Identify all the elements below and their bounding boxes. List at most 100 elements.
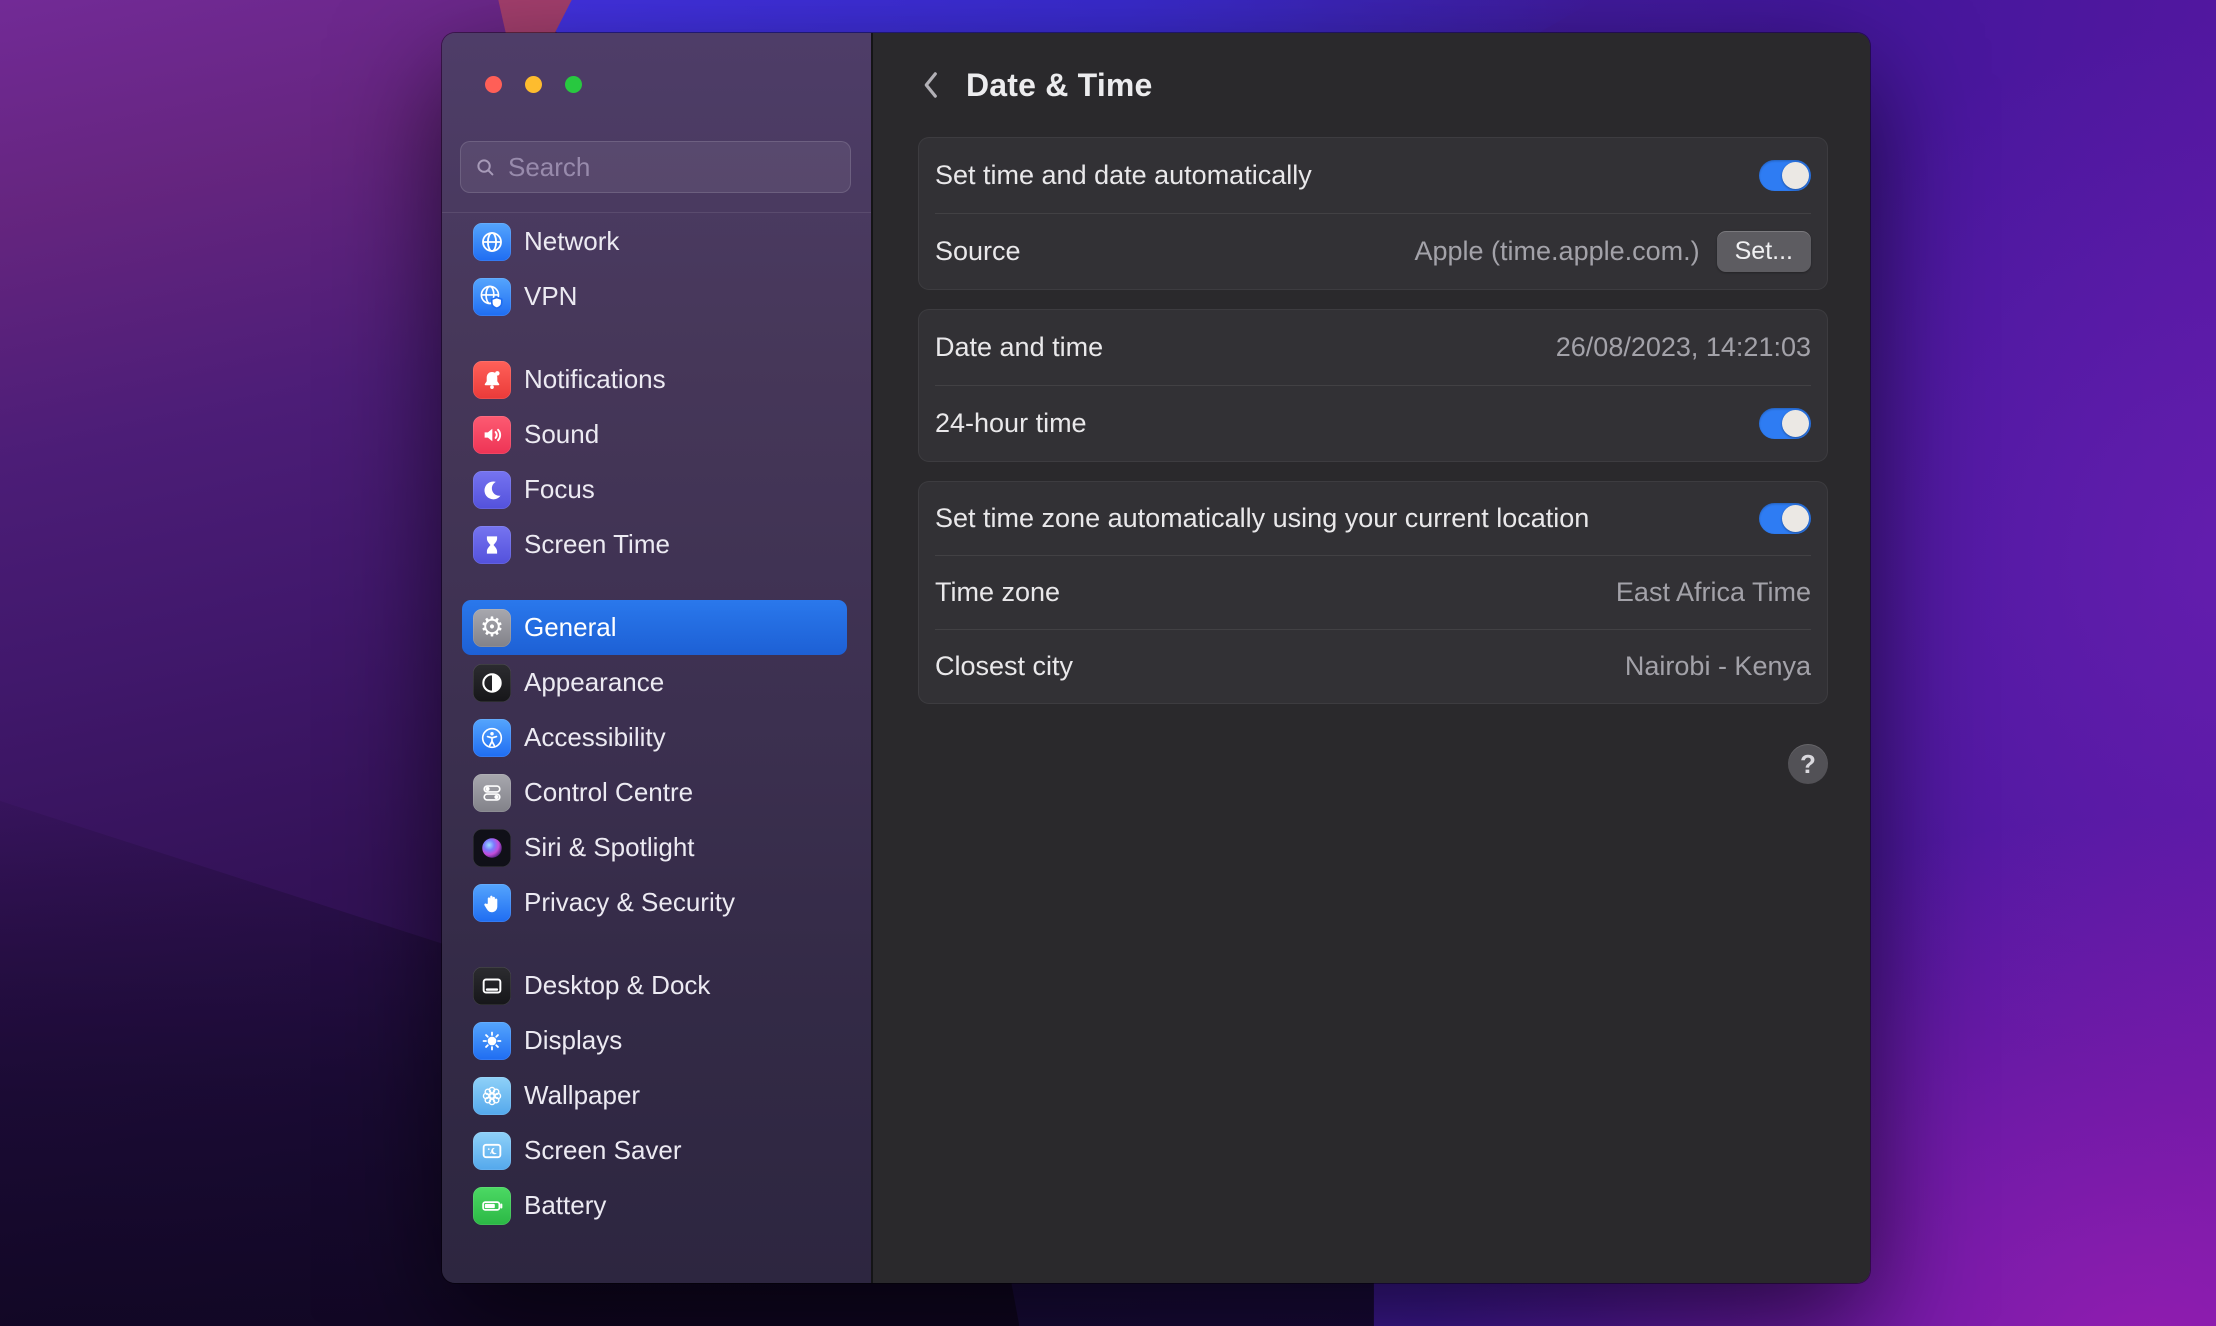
sidebar-item-label: Desktop & Dock xyxy=(524,970,710,1001)
sidebar-item-battery[interactable]: Battery xyxy=(462,1178,847,1233)
source-value: Apple (time.apple.com.) xyxy=(1415,236,1700,267)
system-settings-window: Search Network xyxy=(442,33,1870,1283)
toggle-knob xyxy=(1782,505,1809,532)
help-label: ? xyxy=(1800,749,1816,780)
search-icon xyxy=(474,156,497,179)
vpn-icon xyxy=(473,278,511,316)
sidebar-item-accessibility[interactable]: Accessibility xyxy=(462,710,847,765)
pane-header: Date & Time xyxy=(873,33,1870,137)
row-date-and-time: Date and time 26/08/2023, 14:21:03 xyxy=(919,310,1827,385)
sidebar-item-label: Notifications xyxy=(524,364,666,395)
sidebar-section-appearance: Desktop & Dock Displays xyxy=(462,958,847,1233)
screen-saver-icon xyxy=(473,1132,511,1170)
privacy-security-icon xyxy=(473,884,511,922)
help-row: ? xyxy=(873,744,1828,784)
date-time-value: 26/08/2023, 14:21:03 xyxy=(1556,332,1811,363)
sidebar-item-privacy-security[interactable]: Privacy & Security xyxy=(462,875,847,930)
sidebar-item-vpn[interactable]: VPN xyxy=(462,269,847,324)
date-time-pane: Date & Time Set time and date automatica… xyxy=(873,33,1870,1283)
sidebar-item-desktop-dock[interactable]: Desktop & Dock xyxy=(462,958,847,1013)
sidebar-item-label: Focus xyxy=(524,474,595,505)
row-label: Closest city xyxy=(935,651,1625,682)
sidebar: Search Network xyxy=(442,33,873,1283)
zoom-window-button[interactable] xyxy=(565,76,582,93)
displays-icon xyxy=(473,1022,511,1060)
settings-group-datetime: Date and time 26/08/2023, 14:21:03 24-ho… xyxy=(918,309,1828,462)
sidebar-item-siri-spotlight[interactable]: Siri & Spotlight xyxy=(462,820,847,875)
focus-icon xyxy=(473,471,511,509)
row-source: Source Apple (time.apple.com.) Set... xyxy=(919,214,1827,289)
control-centre-icon xyxy=(473,774,511,812)
sidebar-item-network[interactable]: Network xyxy=(462,214,847,269)
general-icon: ⚙ xyxy=(473,609,511,647)
window-controls xyxy=(485,76,582,93)
twentyfour-hour-toggle[interactable] xyxy=(1759,408,1811,439)
sidebar-item-screen-saver[interactable]: Screen Saver xyxy=(462,1123,847,1178)
desktop-dock-icon xyxy=(473,967,511,1005)
row-closest-city: Closest city Nairobi - Kenya xyxy=(919,630,1827,703)
row-24-hour: 24-hour time xyxy=(919,386,1827,461)
row-timezone-auto: Set time zone automatically using your c… xyxy=(919,482,1827,555)
row-label: Set time zone automatically using your c… xyxy=(935,503,1759,534)
sound-icon xyxy=(473,416,511,454)
set-source-button[interactable]: Set... xyxy=(1717,231,1811,272)
sidebar-item-notifications[interactable]: Notifications xyxy=(462,352,847,407)
accessibility-icon xyxy=(473,719,511,757)
row-label: 24-hour time xyxy=(935,408,1759,439)
sidebar-item-label: Screen Saver xyxy=(524,1135,682,1166)
sidebar-item-label: Siri & Spotlight xyxy=(524,832,695,863)
sidebar-item-displays[interactable]: Displays xyxy=(462,1013,847,1068)
settings-group-timezone: Set time zone automatically using your c… xyxy=(918,481,1828,704)
sidebar-item-label: Appearance xyxy=(524,667,664,698)
sidebar-item-general[interactable]: ⚙ General xyxy=(462,600,847,655)
timezone-auto-toggle[interactable] xyxy=(1759,503,1811,534)
row-set-time-auto: Set time and date automatically xyxy=(919,138,1827,213)
screen-time-icon xyxy=(473,526,511,564)
sidebar-item-label: Sound xyxy=(524,419,599,450)
minimize-window-button[interactable] xyxy=(525,76,542,93)
sidebar-section-connectivity: Network VPN xyxy=(462,214,847,324)
row-time-zone: Time zone East Africa Time xyxy=(919,556,1827,629)
sidebar-section-alerts: Notifications Sound xyxy=(462,352,847,572)
sidebar-item-wallpaper[interactable]: Wallpaper xyxy=(462,1068,847,1123)
network-icon xyxy=(473,223,511,261)
notifications-icon xyxy=(473,361,511,399)
chevron-left-icon xyxy=(922,70,939,100)
toggle-knob xyxy=(1782,162,1809,189)
sidebar-item-sound[interactable]: Sound xyxy=(462,407,847,462)
sidebar-item-label: Privacy & Security xyxy=(524,887,735,918)
toggle-knob xyxy=(1782,410,1809,437)
row-label: Source xyxy=(935,236,1415,267)
sidebar-item-label: VPN xyxy=(524,281,577,312)
settings-group-automatic: Set time and date automatically Source A… xyxy=(918,137,1828,290)
battery-icon xyxy=(473,1187,511,1225)
closest-city-value: Nairobi - Kenya xyxy=(1625,651,1811,682)
appearance-icon xyxy=(473,664,511,702)
sidebar-divider xyxy=(442,212,871,213)
sidebar-item-label: Wallpaper xyxy=(524,1080,640,1111)
page-title: Date & Time xyxy=(966,67,1153,104)
close-window-button[interactable] xyxy=(485,76,502,93)
sidebar-item-control-centre[interactable]: Control Centre xyxy=(462,765,847,820)
sidebar-item-label: Displays xyxy=(524,1025,622,1056)
row-label: Date and time xyxy=(935,332,1556,363)
row-label: Set time and date automatically xyxy=(935,160,1759,191)
sidebar-item-appearance[interactable]: Appearance xyxy=(462,655,847,710)
back-button[interactable] xyxy=(922,70,939,100)
time-zone-value: East Africa Time xyxy=(1616,577,1811,608)
help-button[interactable]: ? xyxy=(1788,744,1828,784)
search-input[interactable]: Search xyxy=(460,141,851,193)
wallpaper-icon xyxy=(473,1077,511,1115)
set-time-auto-toggle[interactable] xyxy=(1759,160,1811,191)
row-label: Time zone xyxy=(935,577,1616,608)
sidebar-nav: Network VPN xyxy=(462,214,847,1233)
sidebar-item-label: Battery xyxy=(524,1190,606,1221)
sidebar-item-label: General xyxy=(524,612,617,643)
sidebar-item-focus[interactable]: Focus xyxy=(462,462,847,517)
sidebar-item-label: Accessibility xyxy=(524,722,666,753)
siri-icon xyxy=(473,829,511,867)
sidebar-section-system: ⚙ General Appearance xyxy=(462,600,847,930)
sidebar-item-label: Screen Time xyxy=(524,529,670,560)
sidebar-item-screen-time[interactable]: Screen Time xyxy=(462,517,847,572)
search-placeholder: Search xyxy=(508,152,590,183)
